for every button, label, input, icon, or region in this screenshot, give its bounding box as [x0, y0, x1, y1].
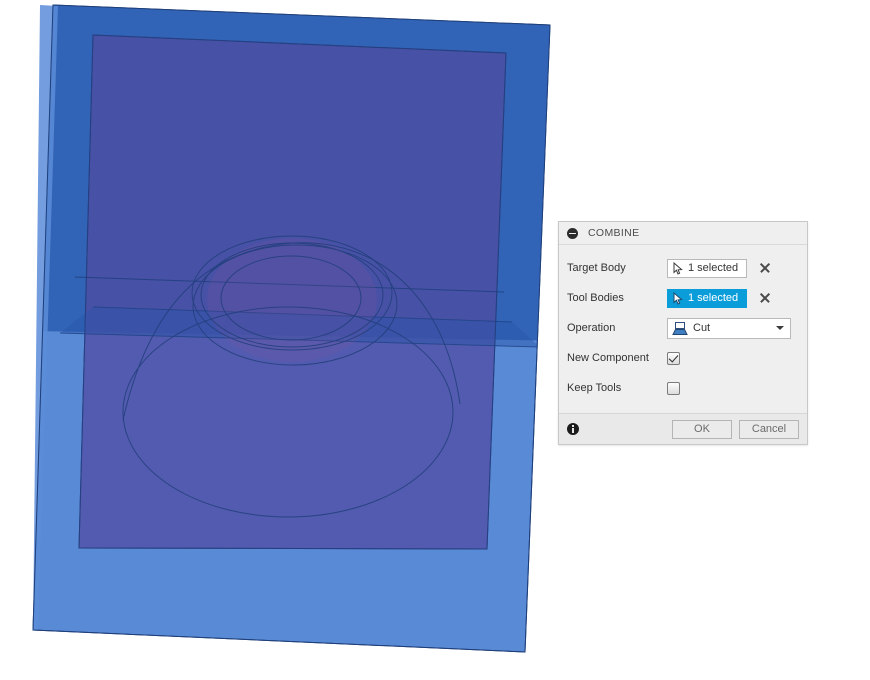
- chevron-down-icon[interactable]: [776, 326, 784, 330]
- ok-button[interactable]: OK: [672, 419, 732, 439]
- row-target-body: Target Body 1 selected: [559, 253, 807, 283]
- select-cursor-icon: [673, 261, 683, 275]
- target-body-clear-icon[interactable]: [759, 262, 771, 274]
- operation-dropdown[interactable]: Cut: [667, 317, 791, 339]
- dialog-body: Target Body 1 selected Tool Bodies 1 sel…: [559, 245, 807, 413]
- dialog-footer: OK Cancel: [559, 413, 807, 444]
- info-icon[interactable]: [567, 423, 579, 435]
- combine-dialog[interactable]: COMBINE Target Body 1 selected Tool Bodi…: [558, 221, 808, 445]
- tool-bodies-clear-icon[interactable]: [759, 292, 771, 304]
- operation-value: Cut: [693, 322, 711, 334]
- row-tool-bodies: Tool Bodies 1 selected: [559, 283, 807, 313]
- new-component-checkbox[interactable]: [667, 351, 680, 365]
- label-keep-tools: Keep Tools: [567, 381, 622, 394]
- tool-bodies-selection-field[interactable]: 1 selected: [667, 288, 747, 308]
- tool-bodies-selection-text: 1 selected: [688, 292, 739, 304]
- target-body-selection-text: 1 selected: [688, 262, 739, 274]
- row-keep-tools: Keep Tools: [559, 373, 807, 403]
- label-tool-bodies: Tool Bodies: [567, 291, 624, 304]
- minus-circle-icon[interactable]: [567, 227, 578, 239]
- dialog-header[interactable]: COMBINE: [559, 222, 807, 245]
- cut-operation-icon: [672, 321, 688, 335]
- row-new-component: New Component: [559, 343, 807, 373]
- label-new-component: New Component: [567, 351, 649, 364]
- keep-tools-checkbox[interactable]: [667, 381, 680, 395]
- row-operation: Operation Cut: [559, 313, 807, 343]
- label-operation: Operation: [567, 321, 616, 334]
- dialog-title: COMBINE: [588, 227, 640, 239]
- label-target-body: Target Body: [567, 261, 626, 274]
- tint-ellipse: [207, 238, 377, 362]
- select-cursor-icon: [673, 291, 683, 305]
- cancel-button[interactable]: Cancel: [739, 419, 799, 439]
- target-body-selection-field[interactable]: 1 selected: [667, 258, 747, 278]
